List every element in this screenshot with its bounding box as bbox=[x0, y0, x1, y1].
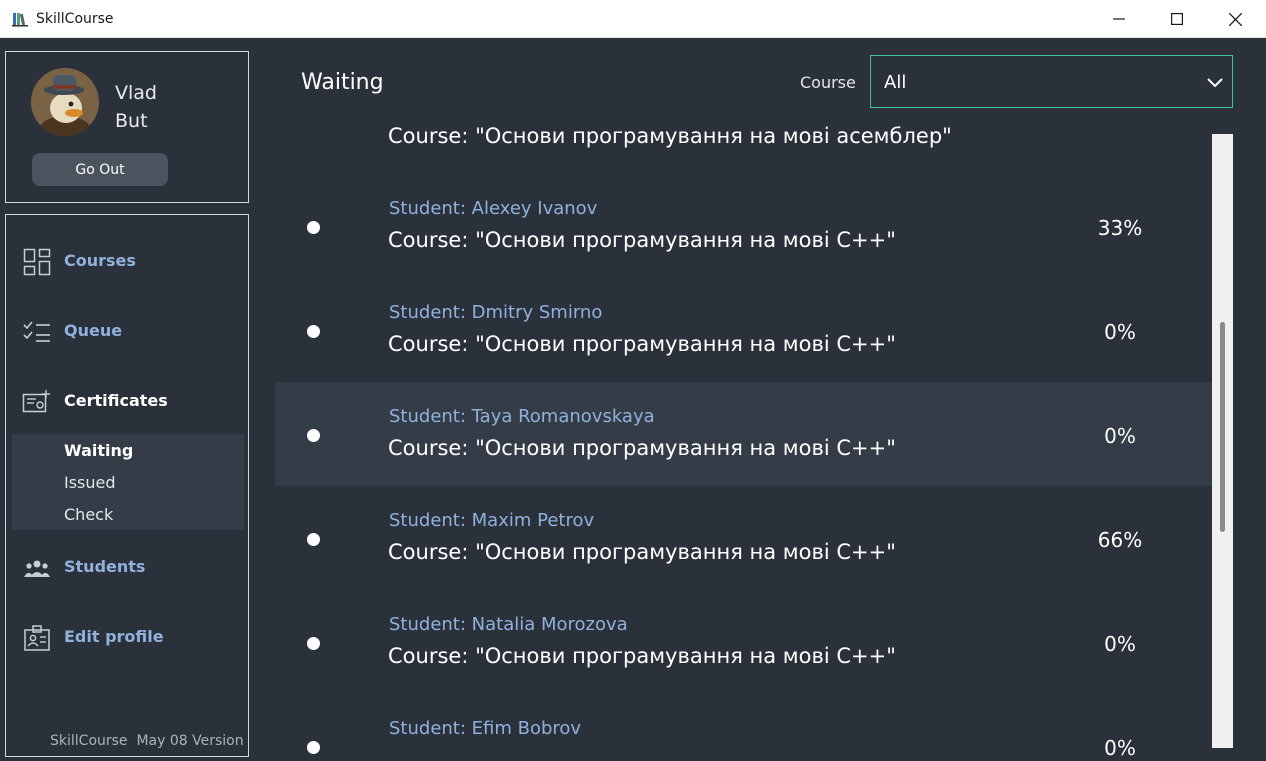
row-progress: 66% bbox=[1097, 528, 1143, 552]
grid-icon bbox=[22, 248, 52, 276]
close-button[interactable] bbox=[1206, 0, 1264, 38]
user-first-name: Vlad bbox=[115, 82, 157, 104]
sidebar-item-queue[interactable]: Queue bbox=[6, 311, 248, 351]
list-item[interactable]: Student: Taya Romanovskaya Course: "Осно… bbox=[275, 382, 1212, 486]
list-item[interactable]: Student: Efim Bobrov 0% bbox=[275, 694, 1212, 758]
course-filter-value: All bbox=[884, 72, 907, 93]
list-item[interactable]: Student: Dmitry Smirno Course: "Основи п… bbox=[275, 278, 1212, 382]
row-course: Course: "Основи програмування на мові С+… bbox=[388, 644, 896, 668]
sidebar-label-edit-profile: Edit profile bbox=[64, 627, 164, 646]
submenu-item-check[interactable]: Check bbox=[64, 505, 113, 524]
minimize-icon bbox=[1113, 18, 1125, 20]
course-filter-select[interactable]: All bbox=[870, 55, 1233, 108]
status-dot bbox=[307, 637, 320, 650]
sidebar-item-students[interactable]: Students bbox=[6, 547, 248, 587]
row-student: Student: Maxim Petrov bbox=[389, 510, 595, 531]
sidebar-label-courses: Courses bbox=[64, 251, 136, 270]
submenu-item-issued[interactable]: Issued bbox=[64, 473, 116, 492]
sidebar-item-courses[interactable]: Courses bbox=[6, 241, 248, 281]
course-filter-label: Course bbox=[800, 73, 856, 92]
row-student: Student: Efim Bobrov bbox=[389, 718, 582, 739]
avatar bbox=[31, 68, 99, 136]
sidebar-label-students: Students bbox=[64, 557, 146, 576]
certificate-request-list: Course: "Основи програмування на мові ас… bbox=[275, 118, 1212, 758]
status-dot bbox=[307, 429, 320, 442]
row-course: Course: "Основи програмування на мові С+… bbox=[388, 540, 896, 564]
list-scrollbar[interactable] bbox=[1212, 134, 1233, 748]
row-student: Student: Natalia Morozova bbox=[389, 614, 628, 635]
row-course: Course: "Основи програмування на мові С+… bbox=[388, 228, 896, 252]
go-out-button[interactable]: Go Out bbox=[32, 153, 168, 186]
status-dot bbox=[307, 741, 320, 754]
row-progress: 0% bbox=[1104, 736, 1136, 758]
row-progress: 0% bbox=[1104, 424, 1136, 448]
duck-avatar-image bbox=[31, 68, 99, 136]
maximize-button[interactable] bbox=[1148, 0, 1206, 38]
sidebar-item-certificates[interactable]: Certificates bbox=[6, 381, 248, 421]
maximize-icon bbox=[1171, 13, 1183, 25]
sidebar-label-queue: Queue bbox=[64, 321, 123, 340]
checklist-icon bbox=[22, 318, 52, 346]
id-badge-icon bbox=[22, 624, 52, 652]
row-course: Course: "Основи програмування на мові С+… bbox=[388, 332, 896, 356]
row-student: Student: Dmitry Smirno bbox=[389, 302, 603, 323]
row-student: Student: Alexey Ivanov bbox=[389, 198, 598, 219]
sidebar-label-certificates: Certificates bbox=[64, 391, 168, 410]
row-course: Course: "Основи програмування на мові С+… bbox=[388, 436, 896, 460]
status-dot bbox=[307, 533, 320, 546]
user-last-name: But bbox=[115, 110, 148, 132]
row-student: Student: Taya Romanovskaya bbox=[389, 406, 655, 427]
people-icon bbox=[22, 554, 52, 582]
app-books-icon bbox=[12, 13, 28, 27]
scrollbar-thumb[interactable] bbox=[1220, 322, 1225, 532]
minimize-button[interactable] bbox=[1090, 0, 1148, 38]
row-progress: 33% bbox=[1097, 216, 1143, 240]
close-icon bbox=[1228, 12, 1242, 26]
certificates-submenu: Waiting Issued Check bbox=[12, 434, 244, 530]
sidebar-nav: Courses Queue Certificates Waiting Issue… bbox=[5, 214, 249, 757]
submenu-item-waiting[interactable]: Waiting bbox=[64, 441, 133, 460]
chevron-down-icon bbox=[1207, 78, 1223, 88]
window-title: SkillCourse bbox=[36, 11, 114, 27]
page-title: Waiting bbox=[301, 70, 384, 95]
status-dot bbox=[307, 221, 320, 234]
version-text: SkillCourse May 08 Version bbox=[50, 733, 244, 749]
status-dot bbox=[307, 325, 320, 338]
list-item[interactable]: Student: Natalia Morozova Course: "Основ… bbox=[275, 590, 1212, 694]
list-item[interactable]: Student: Maxim Petrov Course: "Основи пр… bbox=[275, 486, 1212, 590]
row-progress: 0% bbox=[1104, 632, 1136, 656]
title-bar: SkillCourse bbox=[0, 0, 1266, 38]
list-item[interactable]: Student: Alexey Ivanov Course: "Основи п… bbox=[275, 174, 1212, 278]
profile-panel: Vlad But Go Out bbox=[5, 51, 249, 203]
sidebar-item-edit-profile[interactable]: Edit profile bbox=[6, 617, 248, 657]
partial-row-course: Course: "Основи програмування на мові ас… bbox=[388, 124, 952, 148]
certificate-icon bbox=[22, 388, 52, 416]
row-progress: 0% bbox=[1104, 320, 1136, 344]
